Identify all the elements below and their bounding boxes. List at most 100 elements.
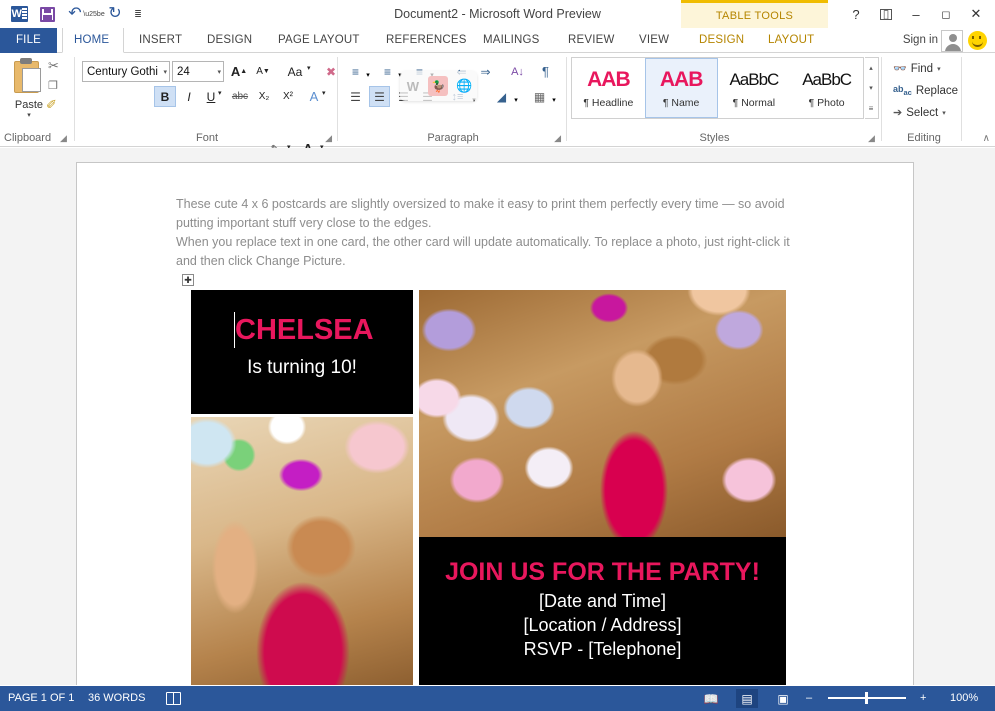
feedback-smiley-icon[interactable] — [968, 31, 987, 50]
italic-button[interactable]: I — [178, 86, 200, 107]
replace-button[interactable]: abac Replace — [893, 81, 958, 100]
word-count[interactable]: 36 WORDS — [88, 686, 145, 711]
paste-icon[interactable] — [10, 58, 44, 98]
tab-page-layout[interactable]: PAGE LAYOUT — [267, 28, 371, 53]
tab-table-design[interactable]: DESIGN — [688, 28, 755, 53]
card-join-text[interactable]: JOIN US FOR THE PARTY! — [419, 557, 786, 587]
document-page[interactable]: These cute 4 x 6 postcards are slightly … — [76, 162, 914, 685]
card-rsvp-text[interactable]: RSVP - [Telephone] — [419, 637, 786, 661]
tab-table-layout[interactable]: LAYOUT — [757, 28, 825, 53]
styles-more-icon[interactable]: ≡ — [865, 98, 877, 118]
text-effects-dropdown-icon[interactable]: ▾ — [322, 89, 326, 97]
maximize-button[interactable]: ◻ — [931, 1, 961, 27]
align-center-icon[interactable]: ☰ — [369, 86, 390, 107]
font-name-dropdown-icon[interactable]: ▾ — [163, 68, 167, 76]
styles-scroll-up-icon[interactable]: ▴ — [865, 58, 877, 78]
read-mode-view-button[interactable]: 📖 — [700, 689, 722, 708]
subscript-button[interactable]: X₂ — [253, 86, 275, 107]
girl-with-cupcake-photo[interactable] — [191, 417, 413, 685]
zoom-out-button[interactable]: – — [806, 686, 812, 711]
select-button[interactable]: ➔ Select ▾ — [893, 103, 946, 122]
zoom-slider[interactable] — [828, 697, 906, 699]
tab-insert[interactable]: INSERT — [128, 28, 193, 53]
intro-paragraph-2[interactable]: When you replace text in one card, the o… — [176, 233, 806, 270]
find-dropdown-icon[interactable]: ▾ — [937, 65, 941, 73]
card-date-text[interactable]: [Date and Time] — [419, 589, 786, 613]
collapse-ribbon-icon[interactable]: ∧ — [983, 133, 990, 144]
card-name-cell[interactable]: CHELSEA Is turning 10! — [191, 290, 413, 414]
tab-mailings[interactable]: MAILINGS — [472, 28, 551, 53]
girl-with-balloons-photo[interactable] — [419, 290, 786, 537]
shading-dropdown-icon[interactable]: ▾ — [511, 89, 521, 110]
change-case-icon[interactable]: Aa — [282, 61, 308, 82]
find-button[interactable]: 👓 Find ▾ — [893, 59, 941, 78]
superscript-button[interactable]: X² — [277, 86, 299, 107]
zoom-in-button[interactable]: + — [920, 686, 926, 711]
align-left-icon[interactable]: ☰ — [345, 86, 366, 107]
cut-scissors-icon[interactable]: ✂ — [48, 58, 59, 74]
table-move-handle[interactable]: ✚ — [182, 274, 194, 286]
postcard-table[interactable]: CHELSEA Is turning 10! JOIN US FOR THE P… — [191, 290, 786, 685]
overlay-duck-icon[interactable]: 🦆 — [428, 76, 448, 96]
intro-paragraph-1[interactable]: These cute 4 x 6 postcards are slightly … — [176, 195, 806, 232]
strikethrough-button[interactable]: abc — [229, 86, 251, 107]
style-photo[interactable]: AaBbC ¶ Photo — [790, 58, 863, 118]
shrink-font-icon[interactable]: A▼ — [252, 61, 274, 82]
card-photo-right[interactable] — [419, 290, 786, 537]
print-layout-view-button[interactable]: ▤ — [736, 689, 758, 708]
tab-file[interactable]: FILE — [0, 28, 57, 53]
font-name-input[interactable]: Century Gothi ▾ — [82, 61, 170, 82]
shading-icon[interactable]: ◢ — [491, 86, 512, 107]
styles-scroll-down-icon[interactable]: ▾ — [865, 78, 877, 98]
document-canvas[interactable]: These cute 4 x 6 postcards are slightly … — [0, 148, 995, 685]
paragraph-dialog-launcher[interactable]: ◢ — [554, 133, 561, 144]
help-button[interactable]: ? — [841, 1, 871, 27]
ribbon-display-options-button[interactable]: ▯ — [871, 1, 901, 27]
card-details-cell[interactable]: JOIN US FOR THE PARTY! [Date and Time] [… — [419, 537, 786, 685]
style-headline[interactable]: AAB ¶ Headline — [572, 58, 645, 118]
tab-view[interactable]: VIEW — [628, 28, 680, 53]
underline-dropdown-icon[interactable]: ▾ — [218, 89, 222, 97]
undo-dropdown-icon[interactable]: \u25be — [90, 2, 100, 26]
bold-button[interactable]: B — [154, 86, 176, 107]
font-size-input[interactable]: 24 ▾ — [172, 61, 224, 82]
change-case-dropdown-icon[interactable]: ▾ — [307, 64, 311, 72]
page-indicator[interactable]: PAGE 1 OF 1 — [8, 686, 74, 711]
clipboard-dialog-launcher[interactable]: ◢ — [60, 133, 67, 144]
tab-references[interactable]: REFERENCES — [375, 28, 478, 53]
proofing-errors-icon[interactable] — [166, 692, 181, 711]
sort-icon[interactable]: A↓ — [507, 61, 528, 82]
card-photo-left[interactable] — [191, 417, 413, 685]
grow-font-icon[interactable]: A▲ — [228, 61, 250, 82]
show-formatting-marks-icon[interactable]: ¶ — [535, 61, 556, 82]
card-location-text[interactable]: [Location / Address] — [419, 613, 786, 637]
customize-qat-icon[interactable]: ≣ — [130, 2, 146, 26]
tab-home[interactable]: HOME — [62, 28, 124, 53]
save-icon[interactable] — [34, 2, 60, 26]
close-button[interactable]: ✕ — [961, 1, 991, 27]
borders-dropdown-icon[interactable]: ▾ — [549, 89, 559, 110]
overlay-globe-icon[interactable]: 🌐 — [454, 76, 474, 96]
tab-review[interactable]: REVIEW — [557, 28, 626, 53]
web-layout-view-button[interactable]: ▣ — [772, 689, 794, 708]
copy-icon[interactable]: ❐ — [48, 79, 58, 92]
increase-indent-icon[interactable]: ⇒ — [475, 61, 496, 82]
card-name-text[interactable]: CHELSEA — [235, 312, 374, 348]
borders-icon[interactable]: ▦ — [529, 86, 550, 107]
avatar[interactable] — [941, 30, 963, 52]
card-turning-text[interactable]: Is turning 10! — [191, 356, 413, 380]
bullets-dropdown-icon[interactable]: ▾ — [363, 64, 373, 85]
font-size-dropdown-icon[interactable]: ▾ — [217, 68, 221, 76]
redo-icon[interactable]: ↻ — [102, 2, 128, 26]
zoom-slider-thumb[interactable] — [865, 692, 868, 704]
styles-dialog-launcher[interactable]: ◢ — [868, 133, 875, 144]
overlay-w-icon[interactable]: W — [403, 76, 423, 96]
font-dialog-launcher[interactable]: ◢ — [325, 133, 332, 144]
zoom-level[interactable]: 100% — [950, 686, 978, 711]
browser-autofill-overlay[interactable]: W 🦆 🌐 — [400, 71, 477, 101]
select-dropdown-icon[interactable]: ▾ — [942, 109, 946, 117]
sign-in-link[interactable]: Sign in — [903, 28, 938, 53]
format-painter-icon[interactable]: ✐ — [46, 97, 57, 113]
style-normal[interactable]: AaBbC ¶ Normal — [718, 58, 791, 118]
style-name[interactable]: AAB ¶ Name — [645, 58, 718, 118]
